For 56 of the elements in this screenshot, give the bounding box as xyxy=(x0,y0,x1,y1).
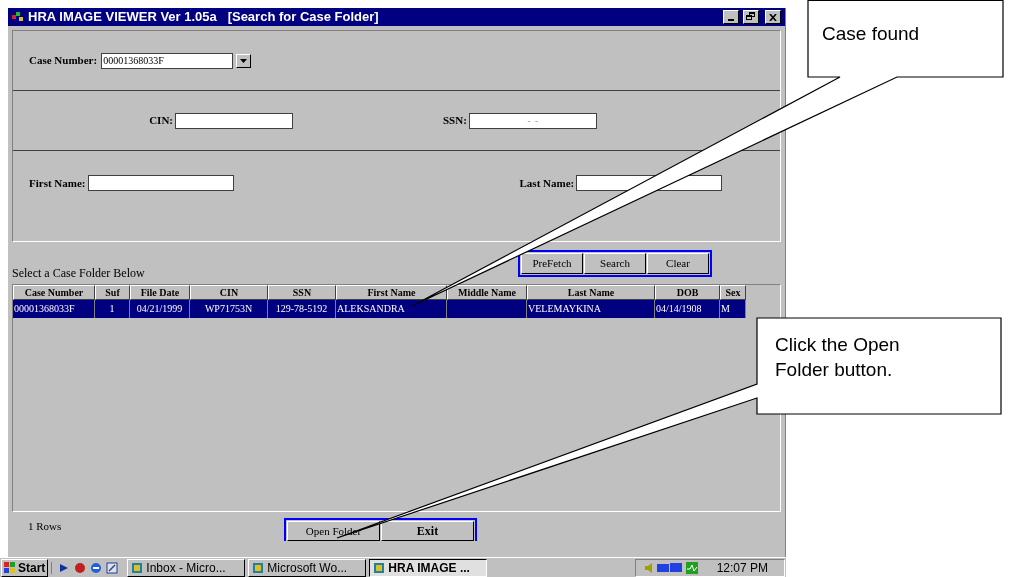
column-header[interactable]: CIN xyxy=(190,285,268,300)
table-cell: 129-78-5192 xyxy=(268,300,336,318)
window-icon xyxy=(252,561,265,574)
table-cell: 04/14/1908 xyxy=(655,300,720,318)
column-header[interactable]: Sex xyxy=(720,285,746,300)
table-cell: 04/21/1999 xyxy=(130,300,190,318)
field-label: SSN: xyxy=(443,113,467,129)
column-header[interactable]: DOB xyxy=(655,285,720,300)
row-count: 1 Rows xyxy=(28,519,62,534)
search-panel-button[interactable]: Search xyxy=(584,253,646,274)
list-label: Select a Case Folder Below xyxy=(12,265,145,282)
close-icon xyxy=(769,13,777,21)
clock: 12:07 PM xyxy=(716,559,768,577)
column-header[interactable]: Suf xyxy=(95,285,130,300)
table-cell: 00001368033F xyxy=(13,300,95,318)
app-icon[interactable] xyxy=(106,561,119,574)
minimize-button[interactable] xyxy=(723,10,739,24)
field-label: First Name: xyxy=(29,176,86,191)
network-icon[interactable] xyxy=(656,561,683,574)
close-button[interactable] xyxy=(765,10,781,24)
column-header[interactable]: Last Name xyxy=(527,285,655,300)
caret-icon xyxy=(240,58,248,63)
window-icon xyxy=(373,561,386,574)
table-cell: VELEMAYKINA xyxy=(527,300,655,318)
field-label: CIN: xyxy=(149,113,173,129)
restore-button[interactable] xyxy=(743,10,759,24)
app-icon xyxy=(12,12,24,22)
callout-text: Case found xyxy=(822,22,920,46)
table-cell: 1 xyxy=(95,300,130,318)
cin-field[interactable] xyxy=(175,112,293,129)
taskbar-button[interactable]: Microsoft Wo... xyxy=(248,558,367,577)
column-header[interactable]: First Name xyxy=(336,285,447,300)
exit-button[interactable]: Exit xyxy=(381,521,474,541)
ssn-field[interactable]: - - xyxy=(468,112,597,129)
windows-logo-icon xyxy=(4,562,16,573)
search-panel-button[interactable]: PreFetch xyxy=(521,253,583,274)
taskbar-button[interactable]: HRA IMAGE ... xyxy=(369,558,488,577)
column-header[interactable]: Middle Name xyxy=(447,285,527,300)
search-panel-button[interactable]: Clear xyxy=(647,253,709,274)
taskbar-button[interactable]: Inbox - Micro... xyxy=(127,558,246,577)
dropdown-button[interactable] xyxy=(236,53,252,68)
field-label: Last Name: xyxy=(519,176,575,191)
column-header[interactable]: File Date xyxy=(130,285,190,300)
callout-text: Click the Open Folder button. xyxy=(775,333,901,382)
field-label: Case Number: xyxy=(29,53,98,69)
table-cell: WP71753N xyxy=(190,300,268,318)
column-header[interactable]: Case Number xyxy=(13,285,95,300)
window-icon xyxy=(131,561,144,574)
column-header[interactable]: SSN xyxy=(268,285,336,300)
monitor-icon[interactable] xyxy=(685,561,698,574)
table-row[interactable]: 00001368033F 1 04/21/1999 WP71753N 129-78-5192 ALEKSANDRA VELEMAYKINA 04/14/1908 M xyxy=(13,300,746,318)
app-icon[interactable] xyxy=(74,561,87,574)
first-name-field[interactable] xyxy=(87,175,234,192)
start-button[interactable]: Start xyxy=(1,558,49,577)
window-title: HRA IMAGE VIEWER Ver 1.05a [Search for Case Folder] xyxy=(28,8,380,27)
table-cell: M xyxy=(720,300,746,318)
